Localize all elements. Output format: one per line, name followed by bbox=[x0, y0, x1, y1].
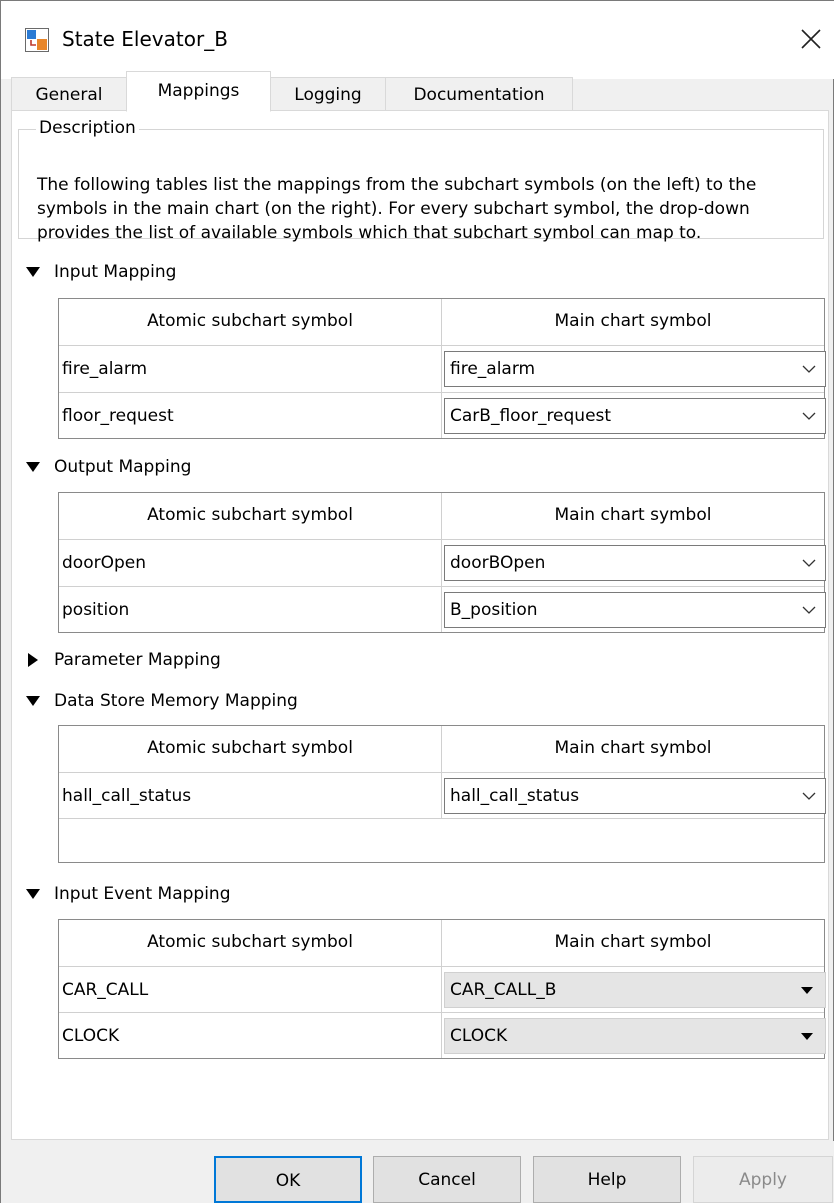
main-symbol-dropdown[interactable]: CarB_floor_request bbox=[444, 398, 826, 434]
table-header: Atomic subchart symbol Main chart symbol bbox=[59, 726, 824, 772]
subchart-symbol: CAR_CALL bbox=[62, 980, 149, 1000]
collapsed-triangle-icon bbox=[28, 653, 38, 667]
dropdown-value: doorBOpen bbox=[450, 553, 546, 573]
main-symbol-dropdown[interactable]: fire_alarm bbox=[444, 351, 826, 387]
chevron-down-icon bbox=[802, 559, 816, 567]
stateflow-app-icon bbox=[25, 28, 49, 52]
table-row: fire_alarm fire_alarm bbox=[59, 345, 826, 391]
section-title: Input Mapping bbox=[54, 262, 177, 282]
description-text: The following tables list the mappings f… bbox=[37, 173, 829, 245]
apply-button[interactable]: Apply bbox=[693, 1156, 833, 1203]
subchart-symbol: floor_request bbox=[62, 406, 174, 426]
table-row: hall_call_status hall_call_status bbox=[59, 772, 826, 818]
ok-button[interactable]: OK bbox=[214, 1156, 362, 1203]
chevron-down-icon bbox=[802, 365, 816, 373]
caret-down-icon bbox=[801, 1033, 813, 1040]
section-title: Output Mapping bbox=[54, 457, 192, 477]
description-line: The following tables list the mappings f… bbox=[37, 175, 757, 195]
mappings-panel: The following tables list the mappings f… bbox=[11, 110, 829, 1140]
description-legend: Description bbox=[36, 118, 139, 138]
parameter-mapping-header[interactable]: Parameter Mapping bbox=[26, 650, 266, 674]
dropdown-value: CAR_CALL_B bbox=[450, 980, 557, 1000]
caret-down-icon bbox=[801, 987, 813, 994]
tab-mappings[interactable]: Mappings bbox=[126, 71, 271, 112]
chevron-down-icon bbox=[802, 606, 816, 614]
subchart-symbol: position bbox=[62, 600, 130, 620]
input-mapping-header[interactable]: Input Mapping bbox=[26, 262, 226, 286]
event-mapping-header[interactable]: Input Event Mapping bbox=[26, 884, 266, 908]
subchart-symbol: doorOpen bbox=[62, 553, 146, 573]
section-title: Data Store Memory Mapping bbox=[54, 691, 298, 711]
table-header: Atomic subchart symbol Main chart symbol bbox=[59, 920, 824, 966]
table-row: position B_position bbox=[59, 586, 826, 632]
section-title: Input Event Mapping bbox=[54, 884, 231, 904]
table-row: CAR_CALL CAR_CALL_B bbox=[59, 966, 826, 1012]
output-mapping-table: Atomic subchart symbol Main chart symbol… bbox=[58, 492, 826, 633]
tab-bar: General Mappings Logging Documentation bbox=[11, 71, 831, 112]
table-row: floor_request CarB_floor_request bbox=[59, 392, 826, 438]
main-symbol-dropdown[interactable]: doorBOpen bbox=[444, 545, 826, 581]
main-symbol-dropdown[interactable]: CAR_CALL_B bbox=[444, 972, 826, 1008]
tab-general[interactable]: General bbox=[11, 77, 127, 111]
window-title: State Elevator_B bbox=[62, 27, 228, 51]
dropdown-value: CarB_floor_request bbox=[450, 406, 612, 426]
main-symbol-dropdown[interactable]: hall_call_status bbox=[444, 778, 826, 814]
main-symbol-dropdown[interactable]: B_position bbox=[444, 592, 826, 628]
description-line: symbols in the main chart (on the right)… bbox=[37, 199, 750, 219]
subchart-symbol: hall_call_status bbox=[62, 786, 192, 806]
cancel-button[interactable]: Cancel bbox=[373, 1156, 521, 1203]
expand-triangle-icon bbox=[26, 462, 40, 472]
column-header-subchart: Atomic subchart symbol bbox=[147, 311, 353, 331]
table-row: doorOpen doorBOpen bbox=[59, 539, 826, 585]
help-button[interactable]: Help bbox=[533, 1156, 681, 1203]
expand-triangle-icon bbox=[26, 889, 40, 899]
subchart-symbol: CLOCK bbox=[62, 1026, 120, 1046]
table-header: Atomic subchart symbol Main chart symbol bbox=[59, 299, 824, 345]
section-title: Parameter Mapping bbox=[54, 650, 221, 670]
empty-row bbox=[59, 818, 824, 862]
event-mapping-table: Atomic subchart symbol Main chart symbol… bbox=[58, 919, 826, 1059]
dropdown-value: CLOCK bbox=[450, 1026, 508, 1046]
dsm-mapping-table: Atomic subchart symbol Main chart symbol… bbox=[58, 725, 826, 863]
column-header-main: Main chart symbol bbox=[554, 311, 712, 331]
table-row: CLOCK CLOCK bbox=[59, 1012, 826, 1058]
chevron-down-icon bbox=[802, 792, 816, 800]
close-icon[interactable] bbox=[791, 19, 831, 59]
tab-documentation[interactable]: Documentation bbox=[385, 77, 573, 111]
column-header-subchart: Atomic subchart symbol bbox=[147, 932, 353, 952]
chevron-down-icon bbox=[802, 412, 816, 420]
column-header-subchart: Atomic subchart symbol bbox=[147, 738, 353, 758]
tab-logging[interactable]: Logging bbox=[270, 77, 386, 111]
output-mapping-header[interactable]: Output Mapping bbox=[26, 457, 226, 481]
dsm-mapping-header[interactable]: Data Store Memory Mapping bbox=[26, 691, 346, 715]
dialog-window: State Elevator_B General Mappings Loggin… bbox=[0, 0, 834, 1203]
main-symbol-dropdown[interactable]: CLOCK bbox=[444, 1018, 826, 1054]
column-header-subchart: Atomic subchart symbol bbox=[147, 505, 353, 525]
column-header-main: Main chart symbol bbox=[554, 505, 712, 525]
subchart-symbol: fire_alarm bbox=[62, 359, 148, 379]
dropdown-value: hall_call_status bbox=[450, 786, 580, 806]
dropdown-value: fire_alarm bbox=[450, 359, 536, 379]
input-mapping-table: Atomic subchart symbol Main chart symbol… bbox=[58, 298, 826, 439]
expand-triangle-icon bbox=[26, 696, 40, 706]
description-line: provides the list of available symbols w… bbox=[37, 223, 702, 243]
column-header-main: Main chart symbol bbox=[554, 932, 712, 952]
dropdown-value: B_position bbox=[450, 600, 538, 620]
expand-triangle-icon bbox=[26, 267, 40, 277]
title-bar: State Elevator_B bbox=[1, 1, 834, 79]
table-header: Atomic subchart symbol Main chart symbol bbox=[59, 493, 824, 539]
description-group: The following tables list the mappings f… bbox=[18, 129, 824, 243]
column-header-main: Main chart symbol bbox=[554, 738, 712, 758]
